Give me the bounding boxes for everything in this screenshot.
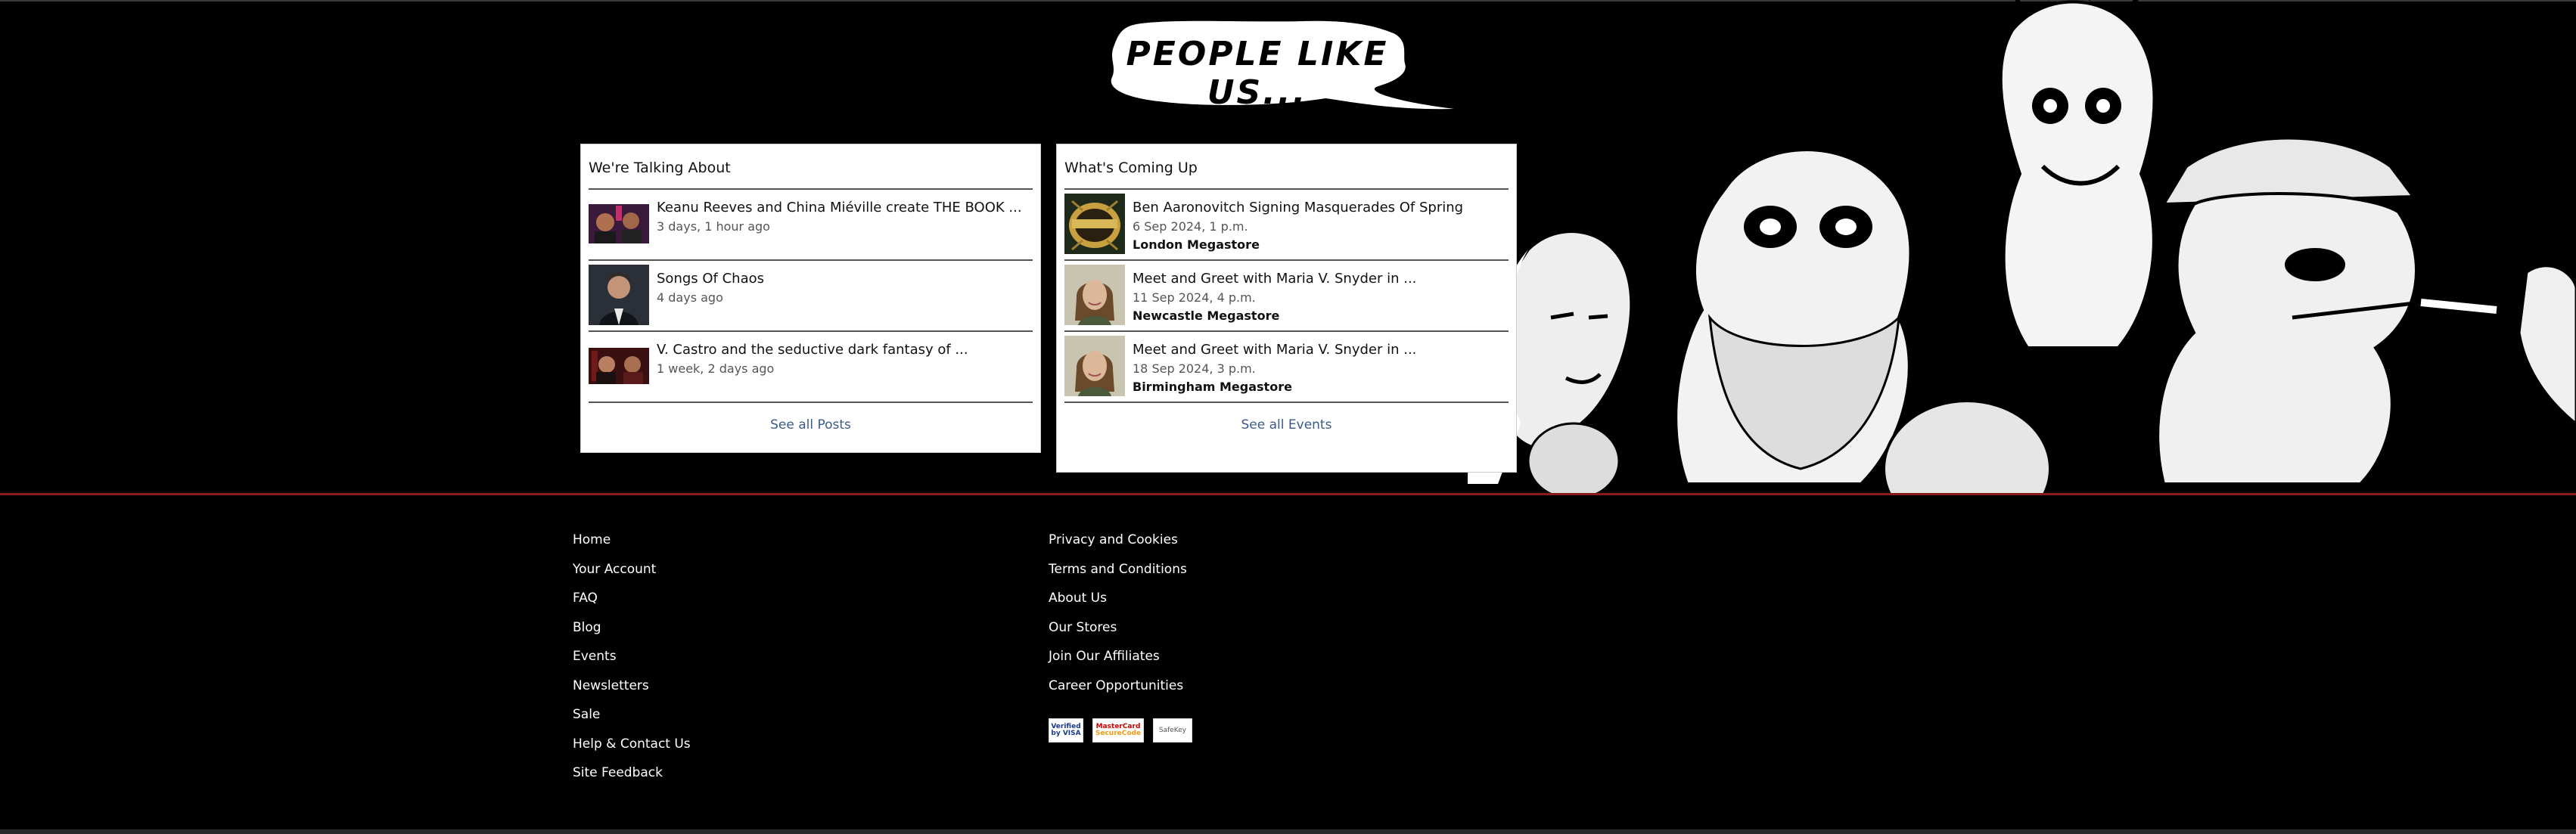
post-title[interactable]: V. Castro and the seductive dark fantasy…	[657, 342, 968, 358]
event-location: London Megastore	[1133, 237, 1260, 252]
event-item[interactable]: Ben Aaronovitch Signing Masquerades Of S…	[1064, 190, 1509, 261]
event-title[interactable]: Ben Aaronovitch Signing Masquerades Of S…	[1133, 200, 1463, 216]
event-item[interactable]: Meet and Greet with Maria V. Snyder in .…	[1064, 332, 1509, 403]
securecode-text: SecureCode	[1095, 730, 1142, 737]
footer-links-secondary: Privacy and Cookies Terms and Conditions…	[1049, 529, 1187, 704]
footer-link-stores[interactable]: Our Stores	[1049, 617, 1187, 646]
post-time: 3 days, 1 hour ago	[657, 219, 770, 234]
verified-by-visa-logo: Verified by VISA	[1049, 718, 1083, 743]
post-title[interactable]: Songs Of Chaos	[657, 271, 764, 287]
event-thumbnail[interactable]	[1064, 336, 1125, 396]
posts-panel-title: We're Talking About	[589, 144, 1033, 190]
post-thumbnail[interactable]	[589, 194, 649, 254]
post-time: 1 week, 2 days ago	[657, 361, 775, 376]
bottom-border	[0, 829, 2576, 834]
footer-link-terms[interactable]: Terms and Conditions	[1049, 559, 1187, 588]
people-like-us-banner: PEOPLE LIKE US...	[1106, 17, 1454, 115]
event-location: Newcastle Megastore	[1133, 308, 1280, 323]
footer-link-blog[interactable]: Blog	[573, 617, 691, 646]
payment-badges: Verified by VISA MasterCard SecureCode S…	[1049, 718, 1192, 743]
post-time: 4 days ago	[657, 290, 723, 305]
post-item[interactable]: Songs Of Chaos 4 days ago	[589, 261, 1033, 332]
characters-illustration	[1437, 0, 2576, 538]
post-thumbnail[interactable]	[589, 336, 649, 396]
events-panel: What's Coming Up Ben Aaronovitch Signing…	[1056, 144, 1517, 473]
banner-text: PEOPLE LIKE US...	[1126, 35, 1389, 112]
event-item[interactable]: Meet and Greet with Maria V. Snyder in .…	[1064, 261, 1509, 332]
event-date: 18 Sep 2024, 3 p.m.	[1133, 361, 1256, 376]
posts-panel: We're Talking About Keanu Reeves and Chi…	[580, 144, 1041, 453]
footer-link-sale[interactable]: Sale	[573, 704, 691, 733]
footer-link-affiliates[interactable]: Join Our Affiliates	[1049, 646, 1187, 675]
footer-link-careers[interactable]: Career Opportunities	[1049, 675, 1187, 705]
event-location: Birmingham Megastore	[1133, 379, 1292, 394]
footer-divider	[0, 493, 2576, 495]
see-all-posts-link[interactable]: See all Posts	[589, 410, 1033, 433]
mastercard-securecode-logo: MasterCard SecureCode	[1092, 718, 1144, 743]
footer-link-faq[interactable]: FAQ	[573, 588, 691, 617]
footer-links-primary: Home Your Account FAQ Blog Events Newsle…	[573, 529, 691, 792]
see-all-events-link[interactable]: See all Events	[1064, 410, 1509, 433]
event-thumbnail[interactable]	[1064, 265, 1125, 325]
post-thumbnail[interactable]	[589, 265, 649, 325]
post-item[interactable]: Keanu Reeves and China Miéville create T…	[589, 190, 1033, 261]
footer-link-home[interactable]: Home	[573, 529, 691, 559]
footer-link-help-contact[interactable]: Help & Contact Us	[573, 733, 691, 763]
footer-link-your-account[interactable]: Your Account	[573, 559, 691, 588]
event-date: 11 Sep 2024, 4 p.m.	[1133, 290, 1256, 305]
footer-link-events[interactable]: Events	[573, 646, 691, 675]
footer-link-privacy[interactable]: Privacy and Cookies	[1049, 529, 1187, 559]
post-item[interactable]: V. Castro and the seductive dark fantasy…	[589, 332, 1033, 403]
event-thumbnail[interactable]	[1064, 194, 1125, 254]
event-date: 6 Sep 2024, 1 p.m.	[1133, 219, 1248, 234]
footer-link-newsletters[interactable]: Newsletters	[573, 675, 691, 705]
event-title[interactable]: Meet and Greet with Maria V. Snyder in .…	[1133, 342, 1416, 358]
events-panel-title: What's Coming Up	[1064, 144, 1509, 190]
footer-link-about[interactable]: About Us	[1049, 588, 1187, 617]
footer-link-site-feedback[interactable]: Site Feedback	[573, 762, 691, 792]
event-title[interactable]: Meet and Greet with Maria V. Snyder in .…	[1133, 271, 1416, 287]
safekey-logo: SafeKey	[1153, 718, 1192, 743]
post-title[interactable]: Keanu Reeves and China Miéville create T…	[657, 200, 1022, 216]
